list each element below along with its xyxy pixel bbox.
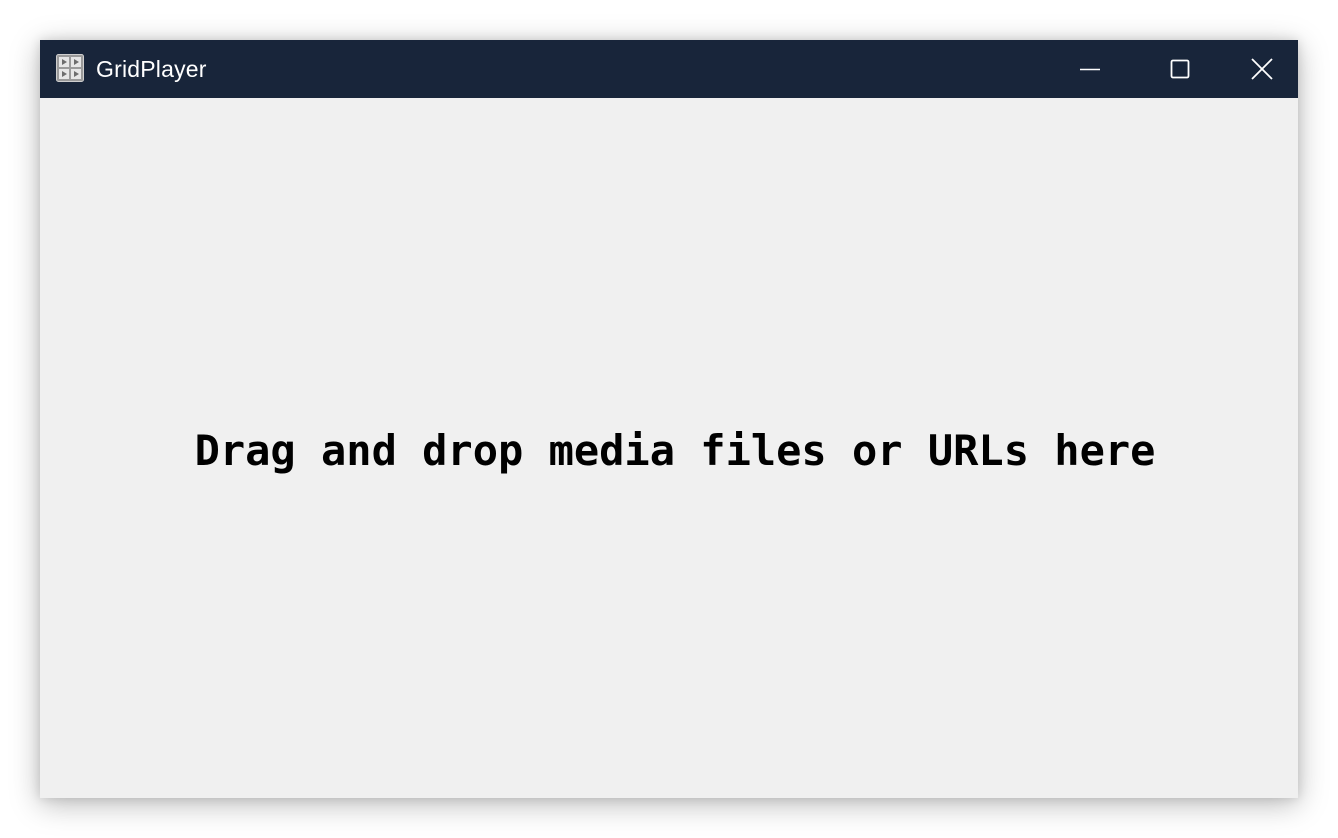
maximize-button[interactable] <box>1135 40 1225 98</box>
minimize-icon <box>1078 57 1102 81</box>
drop-hint-text: Drag and drop media files or URLs here <box>194 425 1156 475</box>
title-bar[interactable]: GridPlayer <box>40 40 1298 98</box>
minimize-button[interactable] <box>1045 40 1135 98</box>
maximize-icon <box>1168 57 1192 81</box>
app-window: GridPlayer Drag and drop media files or … <box>40 40 1298 798</box>
drop-area[interactable]: Drag and drop media files or URLs here <box>40 98 1298 798</box>
drop-hint-container: Drag and drop media files or URLs here <box>40 98 1298 798</box>
window-title: GridPlayer <box>96 56 207 82</box>
grid-player-icon <box>56 54 84 82</box>
close-icon <box>1249 56 1275 82</box>
close-button[interactable] <box>1225 40 1298 98</box>
